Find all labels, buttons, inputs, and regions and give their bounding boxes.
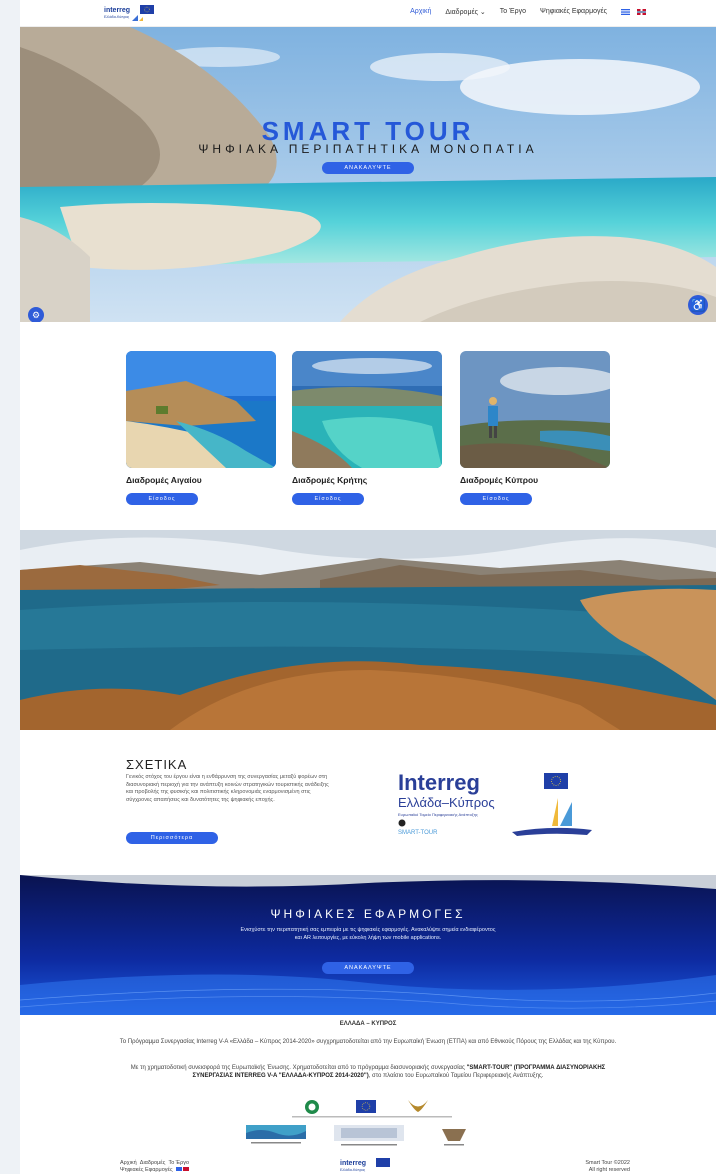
interreg-greece-cyprus-logo: Interreg Ελλάδα–Κύπρος Ευρωπαϊκό Ταμείο … [398, 770, 592, 836]
eu-flag-icon [356, 1100, 376, 1113]
region-name: Ελλάδα–Κύπρος [398, 795, 495, 810]
apps-discover-button[interactable]: ΑΝΑΚΑΛΥΨΤΕ [322, 962, 414, 974]
rights-text: All right reserved [588, 1167, 630, 1173]
eaa-emblem-icon [442, 1129, 466, 1141]
footer-link-apps[interactable]: Ψηφιακές Εφαρμογές [120, 1167, 173, 1173]
interreg-word: Interreg [398, 770, 480, 795]
accessibility-toggle-icon[interactable]: ⚙ [28, 307, 44, 322]
greek-flag-icon[interactable] [621, 9, 630, 15]
left-margin-strip [0, 0, 20, 1174]
main-nav: Αρχική Διαδρομές ⌄ Το Έργο Ψηφιακές Εφαρ… [410, 8, 646, 16]
route-enter-button-aegean[interactable]: Είσοδος [126, 493, 198, 505]
page: interreg Ελλάδα-Κύπρος Αρχική Διαδρομές … [20, 0, 716, 1174]
landscape-banner-image [20, 530, 716, 730]
nav-item-home[interactable]: Αρχική [410, 8, 431, 16]
about-title: ΣΧΕΤΙΚΑ [126, 757, 188, 772]
cyprus-emblem-icon [408, 1100, 428, 1112]
route-enter-button-crete[interactable]: Είσοδος [292, 493, 364, 505]
language-switcher [621, 8, 646, 16]
about-text: Γενικός στόχος του έργου είναι η ενθάρρυ… [126, 774, 329, 803]
nav-item-routes-label: Διαδρομές [445, 9, 478, 16]
apps-background [20, 875, 716, 1015]
hero-background-image [20, 27, 716, 322]
footer-copyright: Smart Tour ©2022 All right reserved [585, 1160, 630, 1174]
fund-name: Ευρωπαϊκό Ταμείο Περιφερειακής Ανάπτυξης [398, 812, 478, 817]
footer-p2-suffix: , στο πλαίσιο του Ευρωπαϊκού Ταμείου Περ… [368, 1073, 544, 1079]
uk-flag-icon[interactable] [637, 9, 646, 15]
footer-greek-flag-icon[interactable] [175, 1167, 182, 1171]
project-name: SMART-TOUR [398, 830, 438, 836]
footer-logo-region: Ελλάδα-Κύπρος [340, 1168, 366, 1172]
footer-interreg-logo: interreg Ελλάδα-Κύπρος [340, 1158, 390, 1172]
interreg-logo[interactable]: interreg Ελλάδα-Κύπρος [102, 4, 158, 23]
route-title-cyprus: Διαδρομές Κύπρου [460, 475, 539, 485]
route-enter-button-cyprus[interactable]: Είσοδος [460, 493, 532, 505]
logo-word: interreg [104, 7, 130, 14]
footer-link-routes[interactable]: Διαδρομές [140, 1160, 166, 1166]
footer-heading: ΕΛΛΑΔΑ – ΚΥΠΡΟΣ [339, 1021, 397, 1027]
footer-link-home[interactable]: Αρχική [120, 1160, 137, 1166]
nav-item-apps[interactable]: Ψηφιακές Εφαρμογές [540, 8, 607, 16]
apps-title: ΨΗΦΙΑΚΕΣ ΕΦΑΡΜΟΓΕΣ [270, 907, 466, 921]
copyright-text: Smart Tour ©2022 [585, 1160, 630, 1166]
more-button[interactable]: Περισσότερα [126, 832, 218, 844]
footer-uk-flag-icon[interactable] [183, 1167, 190, 1171]
footer-link-project[interactable]: Το Έργο [168, 1160, 189, 1166]
footer-funding-text: Το Πρόγραμμα Συνεργασίας Interreg V-A «Ε… [119, 1039, 617, 1045]
footer-p2-prefix: Με τη χρηματοδοτική συνεισφορά της Ευρωπ… [130, 1065, 467, 1071]
chevron-down-icon: ⌄ [479, 9, 486, 16]
discover-button[interactable]: ΑΝΑΚΑΛΥΨΤΕ [322, 162, 414, 174]
digital-apps-section: ΨΗΦΙΑΚΕΣ ΕΦΑΡΜΟΓΕΣ Ενισχύστε την περιπατ… [20, 875, 716, 1015]
route-image-cyprus[interactable] [460, 351, 610, 468]
nav-item-routes[interactable]: Διαδρομές ⌄ [445, 8, 485, 16]
route-title-crete: Διαδρομές Κρήτης [292, 475, 368, 485]
route-title-aegean: Διαδρομές Αιγαίου [126, 475, 202, 485]
logo-region: Ελλάδα-Κύπρος [104, 15, 130, 19]
partner-logos-row-2 [246, 1125, 466, 1146]
hero-section: SMART TOUR ΨΗΦΙΑΚΑ ΠΕΡΙΠΑΤΗΤΙΚΑ ΜΟΝΟΠΑΤΙ… [20, 27, 716, 322]
apps-text: Ενισχύστε την περιπατητική σας εμπειρία … [240, 927, 496, 941]
site-header: interreg Ελλάδα-Κύπρος Αρχική Διαδρομές … [20, 0, 716, 27]
route-image-crete[interactable] [292, 351, 442, 468]
footer-programme-text: Με τη χρηματοδοτική συνεισφορά της Ευρωπ… [110, 1064, 626, 1080]
partner-logos-row-1 [292, 1100, 452, 1118]
accessibility-icon[interactable]: ♿ [688, 295, 708, 315]
footer-links: Αρχική Διαδρομές Το Έργο Ψηφιακές Εφαρμο… [120, 1160, 190, 1174]
route-image-aegean[interactable] [126, 351, 276, 468]
footer-logo-word: interreg [340, 1160, 366, 1167]
nav-item-project[interactable]: Το Έργο [500, 8, 526, 16]
hero-subtitle: ΨΗΦΙΑΚΑ ΠΕΡΙΠΑΤΗΤΙΚΑ ΜΟΝΟΠΑΤΙΑ [198, 142, 538, 156]
